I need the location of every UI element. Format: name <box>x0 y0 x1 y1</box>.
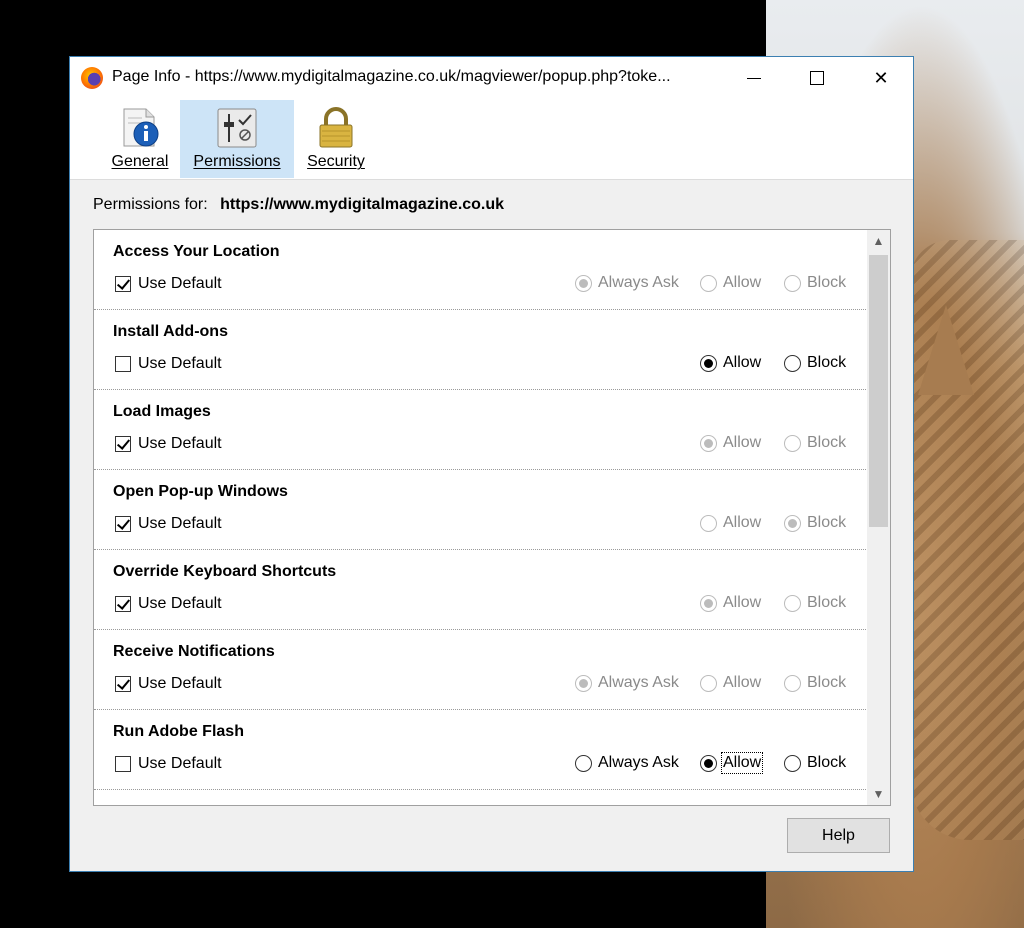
use-default-label: Use Default <box>138 275 222 292</box>
close-icon: ✕ <box>873 67 889 88</box>
tab-general-label: General <box>111 153 169 170</box>
permission-row-shortcuts: Override Keyboard Shortcuts Use Default … <box>94 550 866 630</box>
use-default-label: Use Default <box>138 595 222 612</box>
scroll-up-arrow-icon[interactable]: ▲ <box>867 230 890 252</box>
title-bar[interactable]: Page Info - https://www.mydigitalmagazin… <box>70 57 913 99</box>
use-default-checkbox[interactable] <box>115 436 131 452</box>
tab-toolbar: General Permissions Security <box>70 99 913 180</box>
use-default-checkbox[interactable] <box>115 516 131 532</box>
permission-row-notifications: Receive Notifications Use Default Always… <box>94 630 866 710</box>
use-default-label: Use Default <box>138 755 222 772</box>
permission-row-location: Access Your Location Use Default Always … <box>94 230 866 310</box>
use-default-checkbox[interactable] <box>115 596 131 612</box>
info-document-icon <box>123 108 159 147</box>
use-default-checkbox[interactable] <box>115 676 131 692</box>
use-default-checkbox[interactable] <box>115 756 131 772</box>
sand-spire <box>918 305 974 395</box>
use-default-checkbox[interactable] <box>115 356 131 372</box>
use-default-label: Use Default <box>138 675 222 692</box>
permission-row-popups: Open Pop-up Windows Use Default Allow Bl… <box>94 470 866 550</box>
permission-title: Override Keyboard Shortcuts <box>113 563 337 580</box>
padlock-icon <box>319 107 353 148</box>
page-info-window: Page Info - https://www.mydigitalmagazin… <box>69 56 914 872</box>
scroll-down-arrow-icon[interactable]: ▼ <box>867 783 890 805</box>
minimize-icon <box>747 77 761 79</box>
tab-security[interactable]: Security <box>298 100 374 178</box>
permission-row-images: Load Images Use Default Allow Block <box>94 390 866 470</box>
permission-title: Load Images <box>113 403 211 420</box>
tab-general[interactable]: General <box>102 100 178 178</box>
permission-title: Receive Notifications <box>113 643 275 660</box>
scroll-thumb[interactable] <box>869 255 888 527</box>
minimize-button[interactable] <box>731 57 777 99</box>
permission-row-addons: Install Add-ons Use Default Allow Block <box>94 310 866 390</box>
permission-title: Run Adobe Flash <box>113 723 244 740</box>
maximize-button[interactable] <box>794 57 840 99</box>
window-title: Page Info - https://www.mydigitalmagazin… <box>112 68 671 85</box>
permission-title: Access Your Location <box>113 243 280 260</box>
use-default-label: Use Default <box>138 435 222 452</box>
use-default-checkbox[interactable] <box>115 276 131 292</box>
use-default-label: Use Default <box>138 355 222 372</box>
use-default-label: Use Default <box>138 515 222 532</box>
permissions-site: https://www.mydigitalmagazine.co.uk <box>220 196 505 213</box>
permissions-for: Permissions for: https://www.mydigitalma… <box>93 196 504 214</box>
sliders-checkmark-icon <box>217 108 257 148</box>
permission-title: Install Add-ons <box>113 323 228 340</box>
permission-row-flash: Run Adobe Flash Use Default Always Ask A… <box>94 710 866 790</box>
tab-permissions[interactable]: Permissions <box>180 100 294 178</box>
maximize-icon <box>810 71 824 85</box>
tab-security-label: Security <box>307 153 365 170</box>
close-button[interactable]: ✕ <box>858 57 904 99</box>
permission-title: Open Pop-up Windows <box>113 483 288 500</box>
help-button[interactable]: Help <box>787 818 890 853</box>
firefox-icon <box>81 67 103 89</box>
permissions-list[interactable]: Access Your Location Use Default Always … <box>93 229 891 806</box>
tab-permissions-label: Permissions <box>193 153 281 170</box>
permissions-for-label: Permissions for: <box>93 196 208 213</box>
vertical-scrollbar[interactable]: ▲ ▼ <box>867 230 890 805</box>
